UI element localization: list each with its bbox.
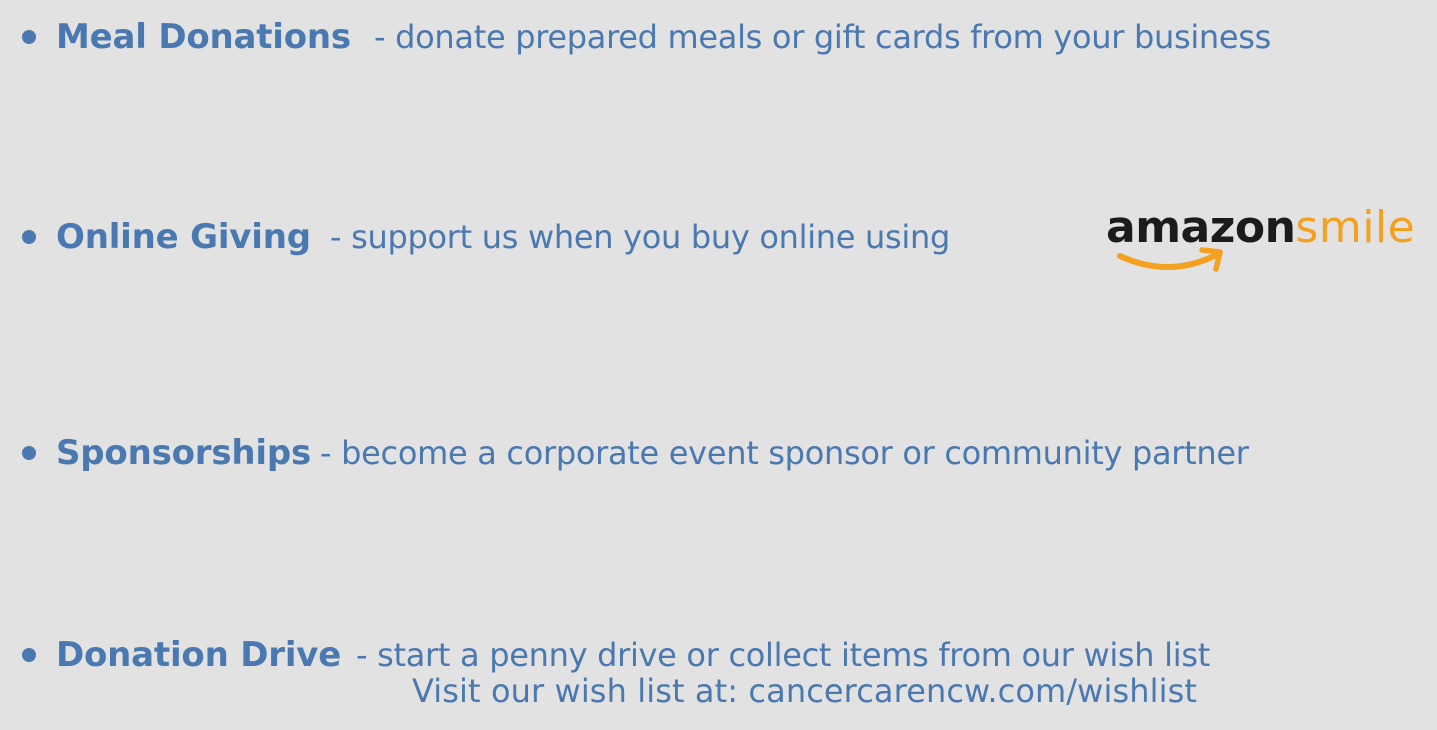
smile-arrow-icon	[1117, 247, 1223, 272]
list-item-sponsorships: Sponsorships - become a corporate event …	[0, 420, 1437, 480]
bullet-icon	[22, 648, 36, 662]
item-description: - donate prepared meals or gift cards fr…	[374, 18, 1272, 56]
item-term: Sponsorships	[56, 433, 312, 473]
amazonsmile-logo[interactable]: amazonsmile	[1106, 202, 1432, 282]
list-item-meal-donations: Meal Donations - donate prepared meals o…	[0, 4, 1437, 64]
item-term: Meal Donations	[56, 17, 351, 57]
item-term: Donation Drive	[56, 635, 342, 675]
item-description: - become a corporate event sponsor or co…	[320, 434, 1249, 472]
wishlist-link-text: Visit our wish list at: cancercarencw.co…	[412, 672, 1197, 710]
bullet-icon	[22, 230, 36, 244]
item-description: - support us when you buy online using	[330, 218, 950, 256]
bullet-icon	[22, 446, 36, 460]
item-term: Online Giving	[56, 217, 311, 257]
bullet-icon	[22, 30, 36, 44]
bullet-list: Meal Donations - donate prepared meals o…	[0, 0, 1437, 730]
logo-part-smile: smile	[1295, 202, 1416, 253]
